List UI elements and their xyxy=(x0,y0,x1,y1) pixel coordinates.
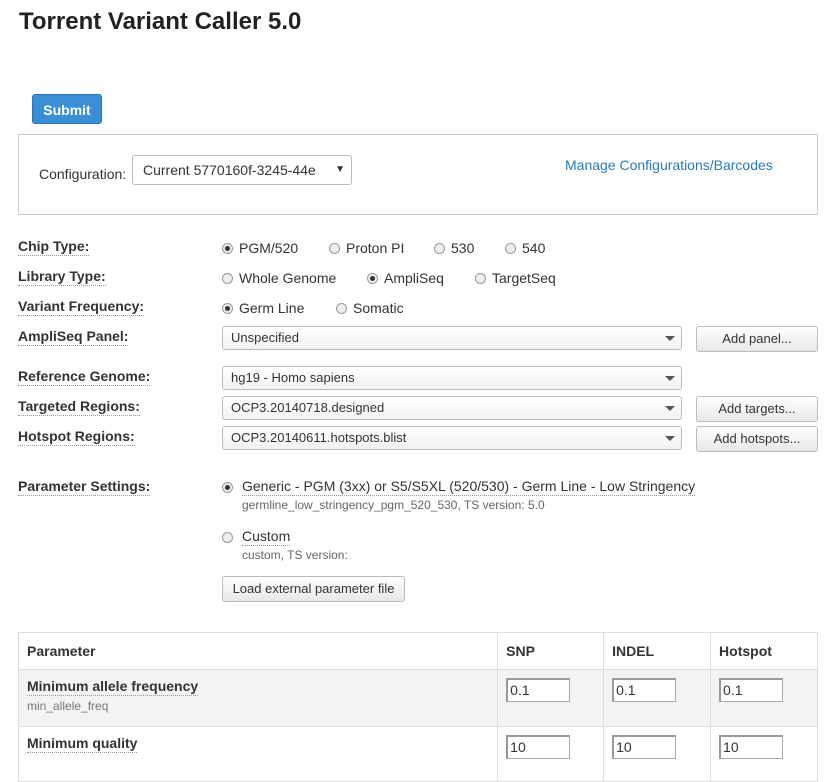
parameter-name: Minimum allele frequency xyxy=(27,678,199,696)
radio-unchecked-icon[interactable] xyxy=(434,242,445,254)
chip-type-option-proton[interactable]: Proton PI xyxy=(329,240,404,256)
parameter-cell: Minimum allele frequency min_allele_freq xyxy=(17,669,499,727)
indel-value-input[interactable]: 0.1 xyxy=(612,678,677,702)
radio-checked-icon[interactable] xyxy=(222,302,233,314)
caret-down-icon xyxy=(665,376,675,381)
radio-unchecked-icon[interactable] xyxy=(336,302,347,314)
parameter-name: Minimum quality xyxy=(27,735,138,753)
parameter-option-detail: custom, TS version: xyxy=(242,548,348,562)
parameter-settings-label: Parameter Settings: xyxy=(18,478,151,496)
reference-genome-select[interactable]: hg19 - Homo sapiens xyxy=(222,366,682,390)
add-panel-button[interactable]: Add panel... xyxy=(696,326,818,352)
snp-value-input[interactable]: 0.1 xyxy=(506,678,571,702)
configuration-select-value: Current 5770160f-3245-44e xyxy=(143,162,316,178)
parameters-table: Parameter SNP INDEL Hotspot Minimum alle… xyxy=(17,632,818,782)
load-parameter-file-button[interactable]: Load external parameter file xyxy=(222,576,405,602)
radio-checked-icon[interactable] xyxy=(222,482,233,493)
chevron-down-icon: ▼ xyxy=(335,164,345,175)
radio-checked-icon[interactable] xyxy=(222,242,233,254)
variant-frequency-option-germ-line[interactable]: Germ Line xyxy=(222,300,304,316)
snp-value-input[interactable]: 10 xyxy=(506,735,571,759)
variant-frequency-label: Variant Frequency: xyxy=(18,298,145,316)
add-targets-button[interactable]: Add targets... xyxy=(696,396,818,422)
ampliseq-panel-label: AmpliSeq Panel: xyxy=(18,328,129,346)
parameter-option-name: Generic - PGM (3xx) or S5/S5XL (520/530)… xyxy=(242,478,696,496)
caret-down-icon xyxy=(665,336,675,341)
indel-value-input[interactable]: 10 xyxy=(612,735,677,759)
configuration-panel: Configuration: Current 5770160f-3245-44e… xyxy=(18,134,818,215)
table-row: Minimum allele frequency min_allele_freq… xyxy=(17,669,818,727)
table-header-row: Parameter SNP INDEL Hotspot xyxy=(17,632,818,670)
parameter-option-name: Custom xyxy=(242,528,291,546)
parameter-key: min_allele_freq xyxy=(27,699,109,713)
header-indel: INDEL xyxy=(603,632,712,670)
radio-unchecked-icon[interactable] xyxy=(475,272,486,284)
submit-button[interactable]: Submit xyxy=(32,94,102,124)
chip-type-option-540[interactable]: 540 xyxy=(505,240,545,256)
add-hotspots-button[interactable]: Add hotspots... xyxy=(696,426,818,452)
parameter-cell: Minimum quality xyxy=(17,726,499,782)
chip-type-option-pgm520[interactable]: PGM/520 xyxy=(222,240,298,256)
page-title: Torrent Variant Caller 5.0 xyxy=(19,8,302,35)
radio-unchecked-icon[interactable] xyxy=(222,272,233,284)
radio-unchecked-icon[interactable] xyxy=(329,242,340,254)
ampliseq-panel-select[interactable]: Unspecified xyxy=(222,326,682,350)
header-snp: SNP xyxy=(497,632,605,670)
library-type-option-whole-genome[interactable]: Whole Genome xyxy=(222,270,336,286)
table-row: Minimum quality 10 10 10 xyxy=(17,726,818,782)
manage-configurations-link[interactable]: Manage Configurations/Barcodes xyxy=(565,157,773,173)
library-type-option-ampliseq[interactable]: AmpliSeq xyxy=(367,270,444,286)
chip-type-label: Chip Type: xyxy=(18,238,90,256)
caret-down-icon xyxy=(665,406,675,411)
targeted-regions-label: Targeted Regions: xyxy=(18,398,140,416)
chip-type-option-530[interactable]: 530 xyxy=(434,240,474,256)
radio-unchecked-icon[interactable] xyxy=(222,532,233,543)
configuration-label: Configuration: xyxy=(39,166,127,182)
radio-checked-icon[interactable] xyxy=(367,272,378,284)
library-type-label: Library Type: xyxy=(18,268,106,286)
reference-genome-label: Reference Genome: xyxy=(18,368,151,386)
targeted-regions-select[interactable]: OCP3.20140718.designed xyxy=(222,396,682,420)
header-hotspot: Hotspot xyxy=(710,632,818,670)
radio-unchecked-icon[interactable] xyxy=(505,242,516,254)
configuration-select[interactable]: Current 5770160f-3245-44e ▼ xyxy=(132,155,352,185)
library-type-option-targetseq[interactable]: TargetSeq xyxy=(475,270,556,286)
header-parameter: Parameter xyxy=(17,632,499,670)
variant-frequency-option-somatic[interactable]: Somatic xyxy=(336,300,404,316)
parameter-option-detail: germline_low_stringency_pgm_520_530, TS … xyxy=(242,498,545,512)
caret-down-icon xyxy=(665,436,675,441)
hotspot-regions-select[interactable]: OCP3.20140611.hotspots.blist xyxy=(222,426,682,450)
hotspot-regions-label: Hotspot Regions: xyxy=(18,428,135,446)
hotspot-value-input[interactable]: 0.1 xyxy=(719,678,784,702)
hotspot-value-input[interactable]: 10 xyxy=(719,735,784,759)
